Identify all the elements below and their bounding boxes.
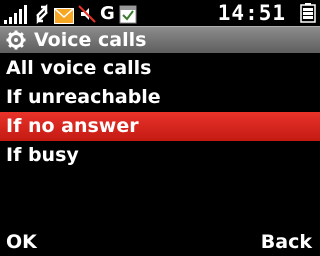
message-envelope-icon (54, 8, 74, 24)
menu-list: All voice calls If unreachable If no ans… (0, 54, 320, 170)
page-title: Voice calls (34, 29, 147, 51)
gear-icon (6, 30, 26, 50)
status-bar: G 14:51 (0, 0, 320, 26)
data-transfer-icon (36, 4, 48, 24)
menu-item-if-busy[interactable]: If busy (0, 141, 320, 170)
back-softkey[interactable]: Back (261, 231, 312, 253)
battery-icon (300, 3, 316, 23)
ok-softkey[interactable]: OK (6, 231, 37, 253)
menu-item-if-unreachable[interactable]: If unreachable (0, 83, 320, 112)
menu-item-all-voice-calls[interactable]: All voice calls (0, 54, 320, 83)
softkey-bar: OK Back (0, 228, 320, 256)
title-bar: Voice calls (0, 26, 320, 53)
mute-icon (78, 5, 96, 23)
menu-item-if-no-answer[interactable]: If no answer (0, 112, 320, 141)
status-icons: G (4, 2, 137, 24)
clock: 14:51 (217, 1, 286, 25)
gprs-indicator-icon: G (100, 3, 115, 24)
signal-strength-icon (4, 5, 27, 24)
calendar-alarm-icon (119, 5, 137, 24)
